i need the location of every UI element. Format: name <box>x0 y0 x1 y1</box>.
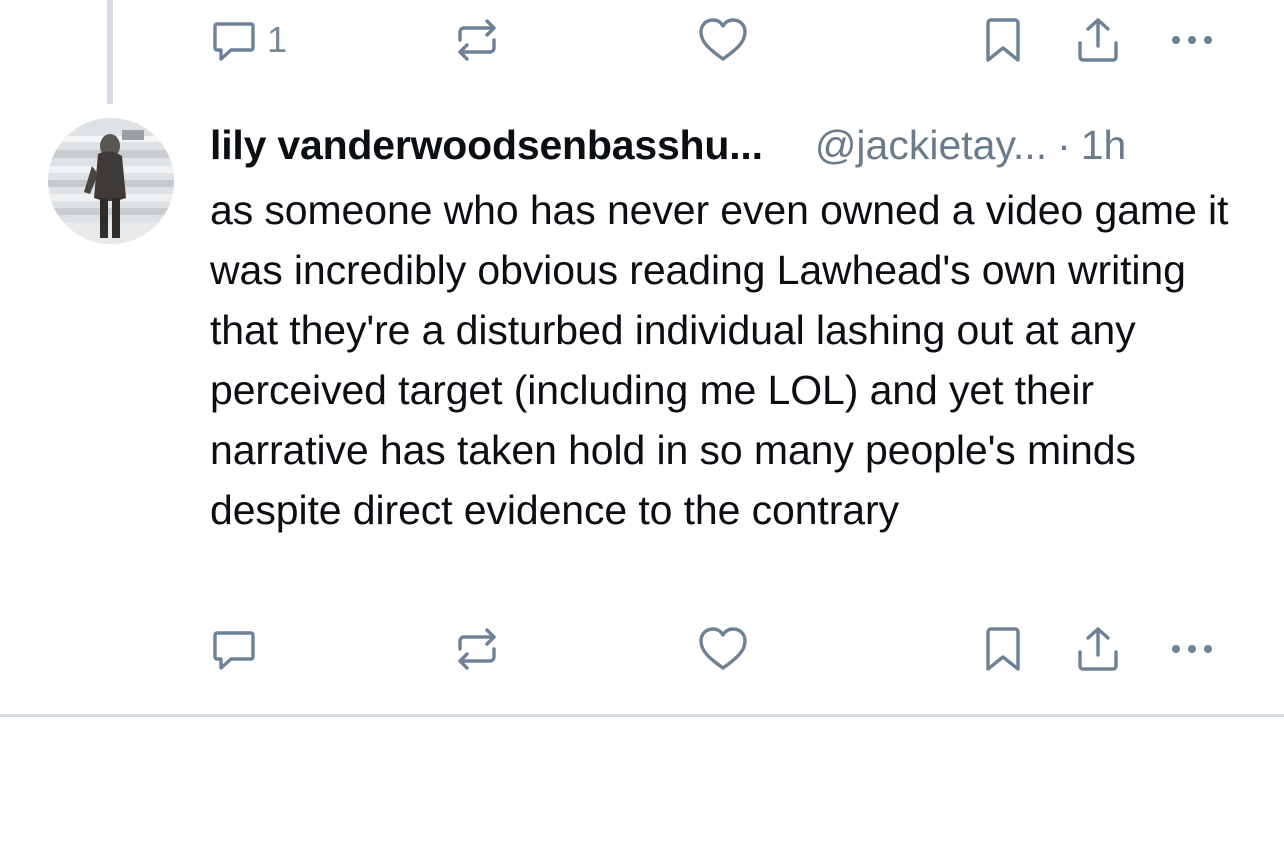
share-icon <box>1078 627 1118 671</box>
reply-count: 1 <box>267 19 288 60</box>
parent-post-action-bar: 1 <box>0 10 1284 70</box>
like-button[interactable] <box>697 10 749 70</box>
more-options-button[interactable] <box>1168 619 1220 679</box>
repost-icon <box>458 628 496 670</box>
avatar[interactable] <box>48 118 174 244</box>
reply-button[interactable] <box>209 619 259 679</box>
reply-icon <box>213 22 255 61</box>
post-timestamp[interactable]: 1h <box>1081 122 1127 169</box>
share-button[interactable] <box>1073 619 1123 679</box>
thread-view: 1 lily vanderwoodsenbasshu... @jackietay… <box>0 0 1284 864</box>
author-display-name[interactable]: lily vanderwoodsenbasshu... <box>210 122 763 169</box>
author-handle[interactable]: @jackietay... <box>815 122 1047 169</box>
meta-separator: · <box>1057 121 1071 168</box>
like-button[interactable] <box>697 619 749 679</box>
repost-button[interactable] <box>452 619 502 679</box>
heart-icon <box>699 627 747 670</box>
share-button[interactable] <box>1073 10 1123 70</box>
post-action-bar <box>0 619 1284 679</box>
post-text: as someone who has never even owned a vi… <box>210 187 1229 533</box>
reply-icon <box>213 631 255 670</box>
post-header: lily vanderwoodsenbasshu... @jackietay..… <box>210 120 1250 170</box>
more-icon <box>1172 36 1212 44</box>
bookmark-icon <box>986 627 1020 671</box>
repost-icon <box>458 19 496 61</box>
more-options-button[interactable] <box>1168 10 1220 70</box>
share-icon <box>1078 18 1118 62</box>
bookmark-icon <box>986 18 1020 62</box>
reply-button[interactable]: 1 <box>209 10 287 70</box>
avatar-photo <box>48 118 174 244</box>
repost-button[interactable] <box>452 10 502 70</box>
heart-icon <box>699 18 747 61</box>
post-divider <box>0 714 1284 717</box>
bookmark-button[interactable] <box>981 619 1025 679</box>
more-icon <box>1172 645 1212 653</box>
bookmark-button[interactable] <box>981 10 1025 70</box>
